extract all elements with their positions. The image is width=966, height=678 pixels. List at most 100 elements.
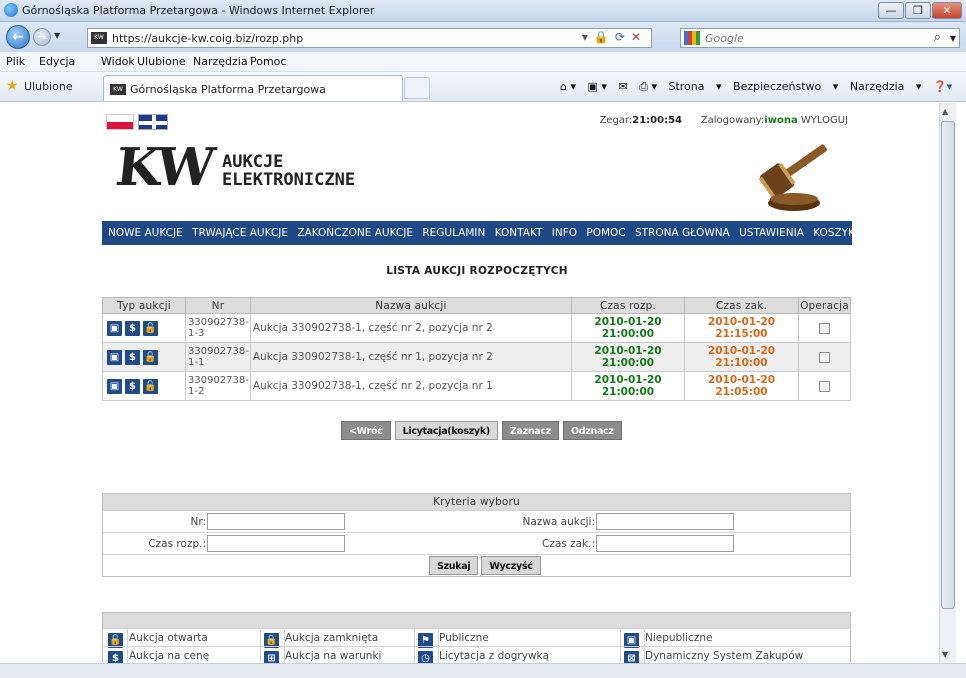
- nav-finished-auctions[interactable]: ZAKOŃCZONE AUKCJE: [297, 227, 413, 239]
- menu-tools[interactable]: Narzędzia: [193, 55, 248, 68]
- row-operation: [798, 342, 851, 372]
- cart-icon: ⊞: [264, 651, 279, 663]
- row-checkbox[interactable]: [819, 322, 830, 334]
- favorites-button[interactable]: Ulubione: [24, 80, 73, 93]
- row-name[interactable]: Aukcja 330902738-1, część nr 2, pozycja …: [249, 371, 573, 401]
- criteria-row-2: Czas rozp.: Czas zak.:: [103, 532, 850, 554]
- row-checkbox[interactable]: [819, 351, 830, 363]
- scroll-up-icon[interactable]: ▲: [942, 107, 948, 116]
- criteria-row-1: Nr: Nazwa aukcji:: [103, 510, 850, 532]
- clock-icon: ◷: [418, 651, 433, 663]
- nr-input[interactable]: [207, 513, 345, 530]
- clock-label: Zegar:: [599, 115, 633, 126]
- nav-settings[interactable]: USTAWIENIA: [739, 227, 804, 239]
- nonpublic-icon: ▣: [107, 320, 122, 336]
- refresh-icon[interactable]: ⟳: [615, 30, 631, 44]
- window-title: Górnośląska Platforma Przetargowa - Wind…: [22, 4, 375, 17]
- help-icon[interactable]: ❓▾: [933, 80, 952, 93]
- page-content: KW AUKCJE ELEKTRONICZNE Zegar:21:00:54 Z…: [100, 103, 854, 663]
- mail-icon[interactable]: ✉: [618, 80, 627, 93]
- start-input[interactable]: [207, 535, 345, 552]
- search-button[interactable]: Szukaj: [429, 556, 479, 575]
- polish-flag-icon[interactable]: [106, 114, 134, 130]
- icon-legend: 🔓 Aukcja otwarta 🔒 Aukcja zamknięta ⚑ Publi…: [102, 612, 851, 663]
- legend-public: ⚑ Publiczne: [418, 630, 489, 648]
- deselect-all-button[interactable]: Odznacz: [562, 421, 622, 440]
- maximize-button[interactable]: ❐: [905, 2, 931, 19]
- col-type: Typ aukcji: [102, 297, 186, 314]
- nav-help[interactable]: POMOC: [586, 227, 625, 239]
- print-icon[interactable]: ⎙ ▾: [639, 80, 657, 93]
- row-name[interactable]: Aukcja 330902738-1, część nr 2, pozycja …: [249, 313, 573, 343]
- row-end: 2010-01-20 21:05:00: [684, 371, 799, 401]
- dropdown-icon[interactable]: ▾: [582, 30, 594, 44]
- bid-cart-button[interactable]: Licytacja(koszyk): [394, 421, 498, 440]
- menu-view[interactable]: Widok: [101, 55, 135, 68]
- stop-icon[interactable]: ✕: [631, 30, 647, 44]
- list-actions: <Wróć Licytacja(koszyk) Zaznacz Odznacz: [341, 421, 622, 440]
- end-input[interactable]: [596, 535, 734, 552]
- row-checkbox[interactable]: [819, 380, 830, 392]
- address-url[interactable]: https://aukcje-kw.coig.biz/rozp.php: [112, 32, 303, 45]
- row-name[interactable]: Aukcja 330902738-1, część nr 1, pozycja …: [249, 342, 573, 372]
- feeds-icon[interactable]: ▣ ▾: [588, 80, 607, 93]
- name-input[interactable]: [596, 513, 734, 530]
- menu-file[interactable]: Plik: [6, 55, 25, 68]
- search-box[interactable]: Google ⌕ ▼: [680, 28, 960, 48]
- uk-flag-icon[interactable]: [138, 114, 168, 130]
- logo-text: AUKCJE ELEKTRONICZNE: [222, 153, 355, 189]
- lock-icon[interactable]: 🔒: [594, 30, 615, 44]
- col-operation: Operacja: [798, 297, 851, 314]
- nav-contact[interactable]: KONTAKT: [495, 227, 543, 239]
- clock: Zegar:21:00:54: [599, 115, 682, 126]
- window-titlebar: Górnośląska Platforma Przetargowa - Wind…: [0, 0, 966, 22]
- nav-new-auctions[interactable]: NOWE AUKCJE: [108, 227, 183, 239]
- scroll-down-icon[interactable]: ▼: [942, 650, 948, 659]
- vertical-scrollbar[interactable]: ▲ ▼: [939, 103, 956, 663]
- nav-rules[interactable]: REGULAMIN: [422, 227, 485, 239]
- clear-button[interactable]: Wyczyść: [481, 556, 541, 575]
- menu-edit[interactable]: Edycja: [39, 55, 75, 68]
- legend-row-1: 🔓 Aukcja otwarta 🔒 Aukcja zamknięta ⚑ Publi…: [103, 628, 850, 648]
- menu-favorites[interactable]: Ulubione: [137, 55, 186, 68]
- address-bar[interactable]: KW https://aukcje-kw.coig.biz/rozp.php ▾…: [87, 28, 652, 48]
- row-start: 2010-01-20 21:00:00: [571, 371, 685, 401]
- back-button[interactable]: <Wróć: [341, 421, 391, 440]
- command-bar: ⌂ ▾ ▣ ▾ ✉ ⎙ ▾ Strona ▾ Bezpieczeństwo ▾ …: [560, 80, 960, 94]
- menu-help[interactable]: Pomoc: [250, 55, 286, 68]
- forward-arrow-icon[interactable]: →: [33, 28, 51, 46]
- row-end: 2010-01-20 21:15:00: [684, 313, 799, 343]
- search-dropdown-icon[interactable]: ▼: [950, 34, 956, 43]
- tab-favicon-icon: KW: [110, 84, 126, 95]
- legend-header: [103, 613, 850, 628]
- nav-info[interactable]: INFO: [552, 227, 577, 239]
- favorites-star-icon[interactable]: ★: [6, 78, 19, 94]
- address-tools: ▾🔒⟳✕: [582, 30, 647, 44]
- row-start: 2010-01-20 21:00:00: [571, 342, 685, 372]
- nav-ongoing-auctions[interactable]: TRWAJĄCE AUKCJE: [192, 227, 288, 239]
- safety-menu[interactable]: Bezpieczeństwo ▾: [733, 80, 838, 93]
- page-menu[interactable]: Strona ▾: [668, 80, 721, 93]
- row-start: 2010-01-20 21:00:00: [571, 313, 685, 343]
- logged-label: Zalogowany:: [700, 115, 765, 126]
- scroll-thumb[interactable]: [941, 121, 955, 609]
- close-button[interactable]: ✕: [932, 2, 962, 19]
- tools-menu[interactable]: Narzędzia ▾: [850, 80, 922, 93]
- list-title: LISTA AUKCJI ROZPOCZĘTYCH: [386, 265, 568, 277]
- col-nr: Nr: [185, 297, 251, 314]
- back-arrow-icon[interactable]: ←: [6, 25, 30, 49]
- browser-tab[interactable]: KW Górnośląska Platforma Przetargowa: [103, 75, 403, 101]
- new-tab-button[interactable]: [404, 77, 430, 99]
- open-lock-icon: 🔓: [143, 320, 158, 336]
- status-bar: [0, 663, 966, 678]
- nav-home[interactable]: STRONA GŁÓWNA: [635, 227, 730, 239]
- logout-link[interactable]: WYLOGUJ: [801, 115, 848, 126]
- history-dropdown-icon[interactable]: ▼: [54, 31, 60, 40]
- criteria-title: Kryteria wyboru: [103, 494, 850, 510]
- search-icon[interactable]: ⌕: [934, 30, 941, 45]
- home-icon[interactable]: ⌂ ▾: [560, 80, 576, 93]
- minimize-button[interactable]: —: [878, 2, 904, 19]
- search-placeholder[interactable]: Google: [705, 32, 744, 45]
- select-all-button[interactable]: Zaznacz: [501, 421, 559, 440]
- nav-cart[interactable]: KOSZYK: [813, 227, 854, 239]
